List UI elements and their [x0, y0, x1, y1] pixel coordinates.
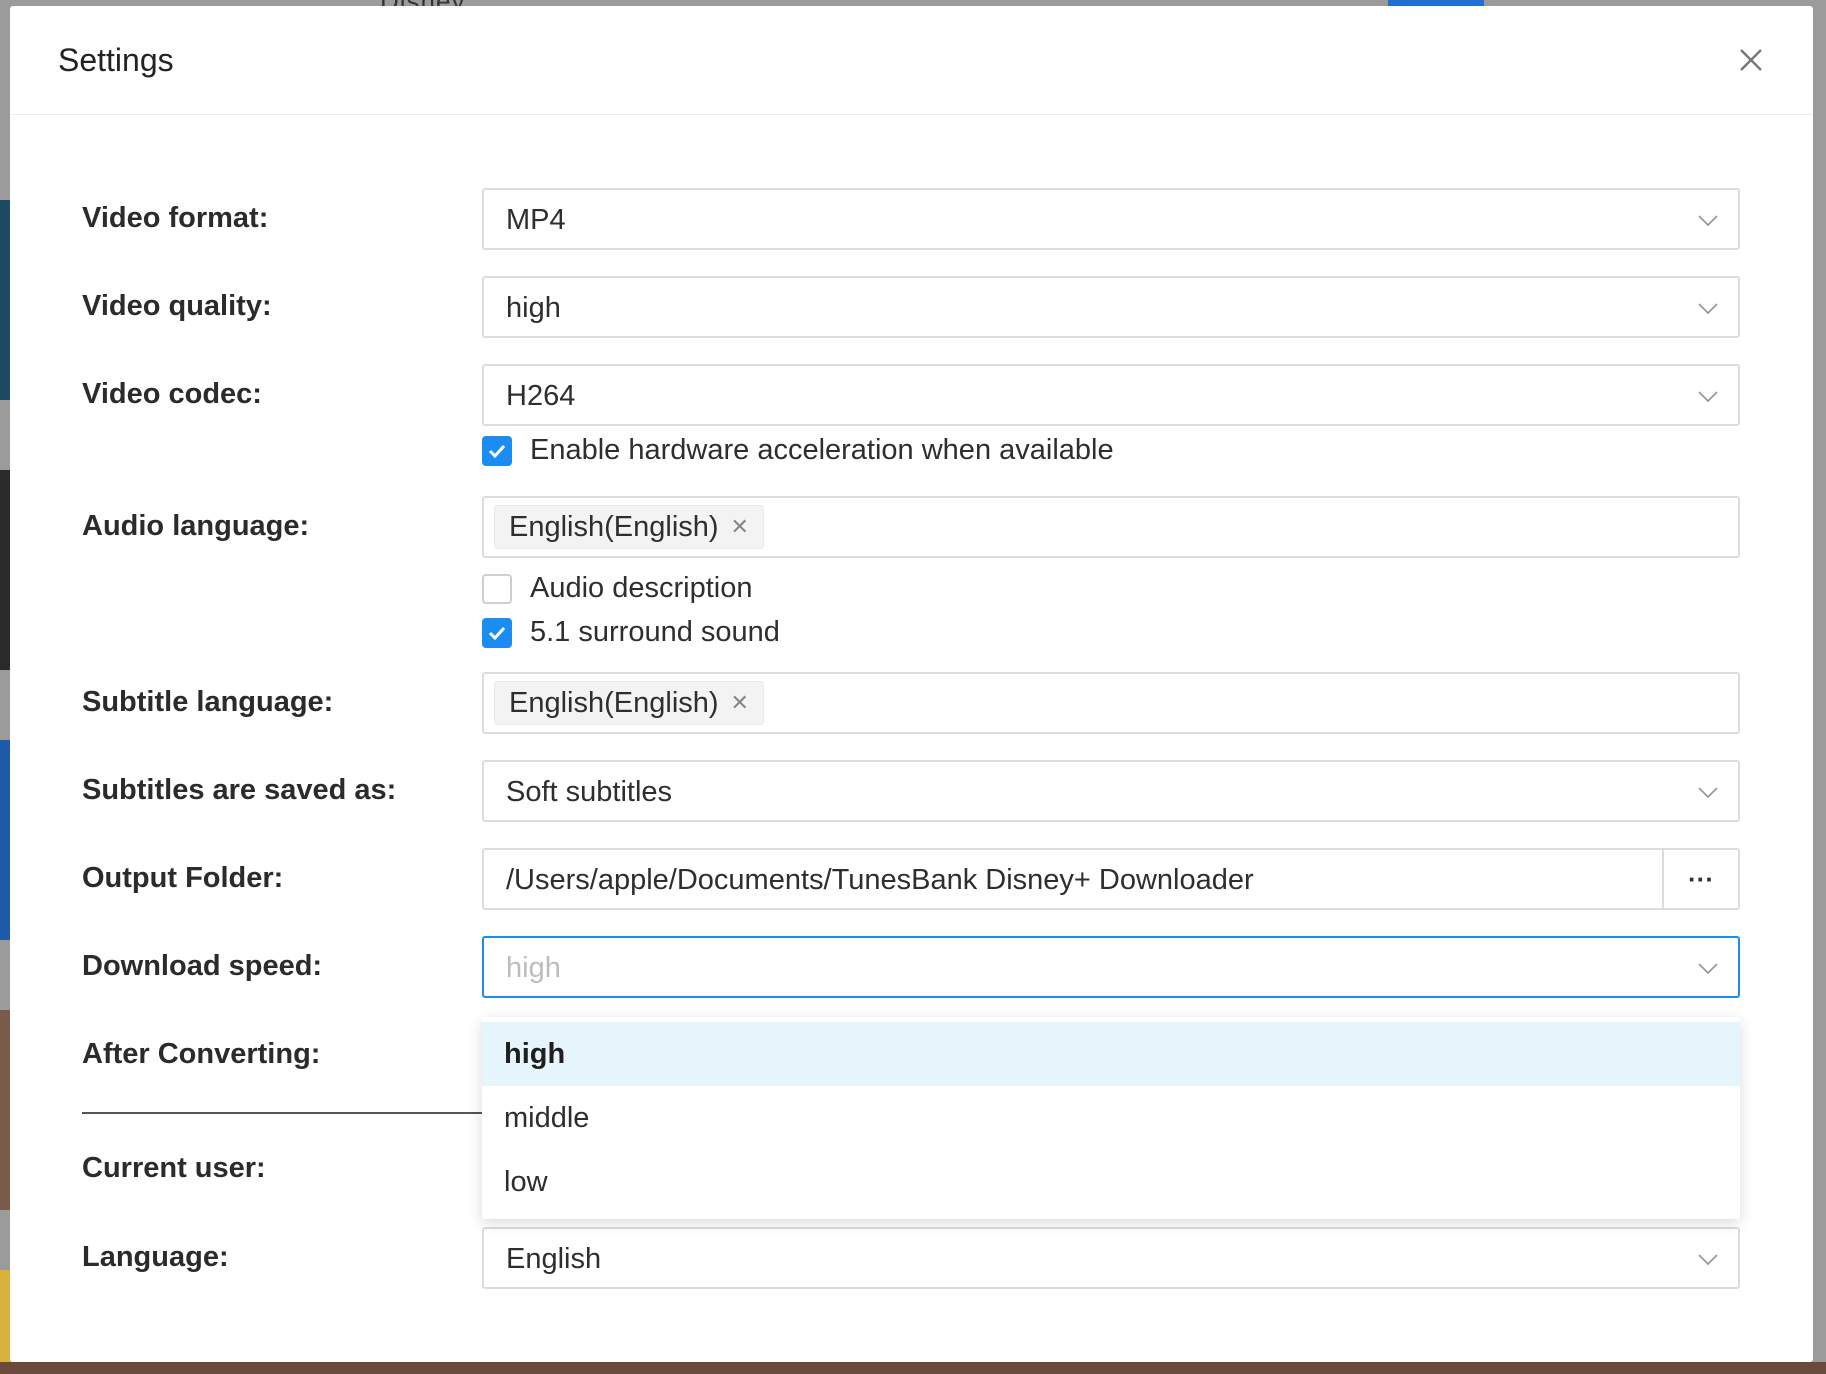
subtitles-saved-as-label: Subtitles are saved as:: [82, 774, 397, 806]
section-divider: [82, 1112, 494, 1114]
audio-description-label: Audio description: [530, 572, 753, 604]
audio-description-option[interactable]: Audio description: [482, 572, 752, 605]
dialog-header: Settings: [10, 6, 1813, 115]
video-codec-value: H264: [506, 380, 576, 412]
output-folder-label: Output Folder:: [82, 862, 284, 894]
output-folder-input[interactable]: /Users/apple/Documents/TunesBank Disney+…: [482, 848, 1740, 910]
tag-remove-icon[interactable]: ✕: [731, 514, 749, 540]
settings-dialog: Settings Video format: MP4 Video quality…: [10, 6, 1813, 1362]
dialog-title: Settings: [58, 42, 174, 78]
hardware-acceleration-option[interactable]: Enable hardware acceleration when availa…: [482, 434, 1114, 467]
audio-language-tag: English(English) ✕: [494, 505, 764, 549]
subtitle-language-select[interactable]: English(English) ✕: [482, 672, 1740, 734]
video-format-value: MP4: [506, 204, 566, 236]
dropdown-option-low[interactable]: low: [482, 1150, 1740, 1214]
audio-language-select[interactable]: English(English) ✕: [482, 496, 1740, 558]
close-icon: [1740, 49, 1762, 71]
option-label: low: [504, 1166, 548, 1198]
option-label: high: [504, 1038, 566, 1070]
dropdown-option-high[interactable]: high: [482, 1022, 1740, 1086]
video-codec-label: Video codec:: [82, 378, 262, 410]
download-speed-placeholder: high: [506, 952, 561, 984]
option-label: middle: [504, 1102, 590, 1134]
subtitle-language-tag: English(English) ✕: [494, 681, 764, 725]
surround-sound-label: 5.1 surround sound: [530, 616, 780, 648]
current-user-label: Current user:: [82, 1152, 266, 1184]
chevron-down-icon: [1696, 956, 1720, 980]
language-label: Language:: [82, 1241, 229, 1273]
output-folder-value: /Users/apple/Documents/TunesBank Disney+…: [506, 864, 1254, 896]
checkmark-icon: [488, 444, 506, 458]
chevron-down-icon: [1696, 208, 1720, 232]
video-quality-select[interactable]: high: [482, 276, 1740, 338]
chevron-down-icon: [1696, 1247, 1720, 1271]
subtitles-saved-as-select[interactable]: Soft subtitles: [482, 760, 1740, 822]
subtitle-language-label: Subtitle language:: [82, 686, 334, 718]
language-select[interactable]: English: [482, 1227, 1740, 1289]
video-format-select[interactable]: MP4: [482, 188, 1740, 250]
video-quality-value: high: [506, 292, 561, 324]
video-format-label: Video format:: [82, 202, 269, 234]
surround-sound-option[interactable]: 5.1 surround sound: [482, 616, 780, 649]
audio-language-label: Audio language:: [82, 510, 310, 542]
language-value: English: [506, 1243, 602, 1275]
tag-label: English(English): [509, 686, 719, 719]
audio-description-checkbox[interactable]: [482, 573, 512, 604]
dropdown-option-middle[interactable]: middle: [482, 1086, 1740, 1150]
browse-folder-button[interactable]: ···: [1662, 850, 1738, 908]
chevron-down-icon: [1696, 296, 1720, 320]
close-button[interactable]: [1731, 40, 1771, 80]
hardware-acceleration-label: Enable hardware acceleration when availa…: [530, 434, 1114, 466]
background-footer: [0, 1362, 1826, 1374]
tag-label: English(English): [509, 510, 719, 543]
after-converting-label: After Converting:: [82, 1038, 321, 1070]
surround-sound-checkbox[interactable]: [482, 617, 512, 648]
download-speed-label: Download speed:: [82, 950, 323, 982]
video-quality-label: Video quality:: [82, 290, 272, 322]
video-codec-select[interactable]: H264: [482, 364, 1740, 426]
download-speed-dropdown: high middle low: [482, 1017, 1740, 1219]
download-speed-select[interactable]: high: [482, 936, 1740, 998]
hardware-acceleration-checkbox[interactable]: [482, 435, 512, 466]
checkmark-icon: [488, 626, 506, 640]
chevron-down-icon: [1696, 384, 1720, 408]
chevron-down-icon: [1696, 780, 1720, 804]
tag-remove-icon[interactable]: ✕: [731, 690, 749, 716]
subtitles-saved-as-value: Soft subtitles: [506, 776, 673, 808]
